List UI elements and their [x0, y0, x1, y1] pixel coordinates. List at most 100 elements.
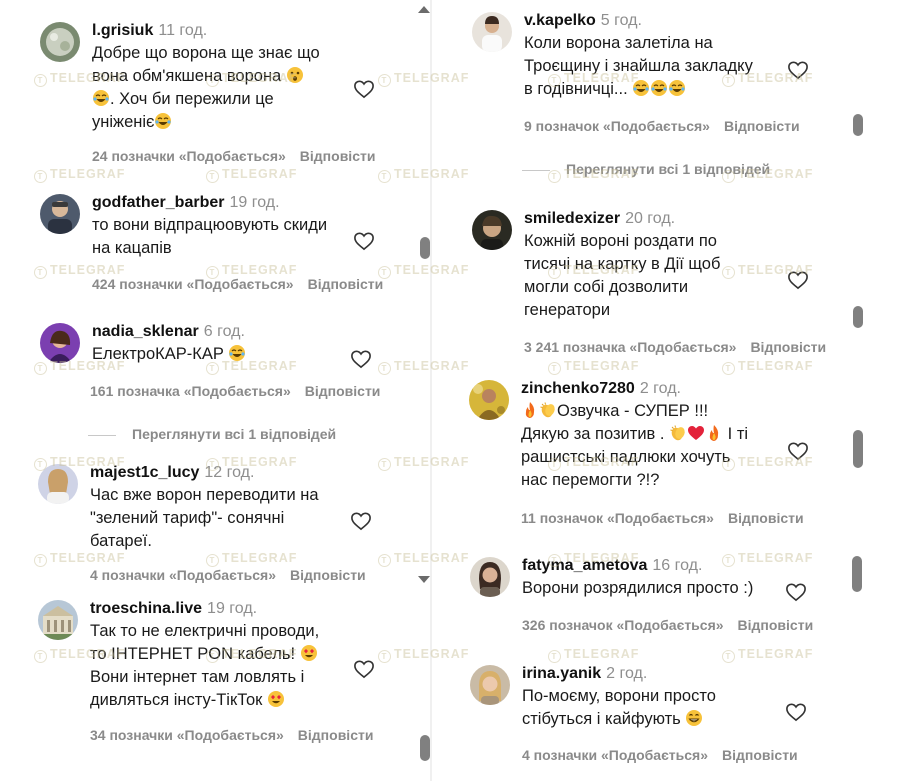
- comment-text: По-моєму, ворони просто стібуться і кайф…: [522, 687, 716, 728]
- comment-username[interactable]: irina.yanik: [522, 665, 601, 682]
- comment-time: 2 год.: [639, 380, 681, 397]
- scrollbar-thumb[interactable]: [853, 430, 863, 468]
- scrollbar-thumb[interactable]: [853, 306, 863, 328]
- comment-username[interactable]: l.grisiuk: [92, 22, 153, 39]
- comment-username[interactable]: troeschina.live: [90, 600, 202, 617]
- avatar[interactable]: [470, 557, 510, 597]
- reply-button[interactable]: Відповісти: [722, 747, 798, 763]
- comment-text: Так то не електричні проводи, то ІНТЕРНЕ…: [90, 622, 320, 709]
- comment-text: Добре що ворона ще знає що вона обм'якше…: [92, 44, 320, 131]
- tears-of-joy-emoji: [668, 79, 686, 97]
- likes-count[interactable]: 9 позначок «Подобається»: [524, 118, 710, 134]
- scroll-up-arrow-icon[interactable]: [418, 6, 430, 13]
- heart-eyes-emoji: [300, 644, 318, 662]
- watermark-logo: T TELEGRAF: [722, 551, 813, 567]
- watermark-logo: T TELEGRAF: [548, 71, 639, 87]
- reply-button[interactable]: Відповісти: [750, 339, 826, 355]
- watermark-logo: T TELEGRAF: [378, 359, 469, 375]
- avatar[interactable]: [38, 600, 78, 640]
- watermark-logo: T TELEGRAF: [34, 263, 125, 279]
- reply-button[interactable]: Відповісти: [305, 383, 381, 399]
- watermark-logo: T TELEGRAF: [34, 455, 125, 471]
- comment-time: 11 год.: [158, 22, 208, 39]
- tears-of-joy-emoji: [154, 112, 172, 130]
- like-heart-icon[interactable]: [353, 231, 375, 251]
- clapping-hands-emoji: [539, 401, 557, 419]
- watermark-logo: T TELEGRAF: [34, 647, 125, 663]
- reply-button[interactable]: Відповісти: [728, 510, 804, 526]
- comment-username[interactable]: zinchenko7280: [521, 380, 635, 397]
- comment-time: 6 год.: [203, 323, 245, 340]
- comment-meta: 4 позначки «Подобається» Відповісти: [522, 747, 798, 763]
- likes-count[interactable]: 326 позначок «Подобається»: [522, 617, 724, 633]
- avatar[interactable]: [40, 22, 80, 62]
- comment-meta: 326 позначок «Подобається» Відповісти: [522, 617, 813, 633]
- watermark-logo: T TELEGRAF: [378, 71, 469, 87]
- like-heart-icon[interactable]: [785, 702, 807, 722]
- reply-button[interactable]: Відповісти: [308, 276, 384, 292]
- comment-username[interactable]: nadia_sklenar: [92, 323, 199, 340]
- likes-count[interactable]: 161 позначка «Подобається»: [90, 383, 291, 399]
- view-replies-link[interactable]: Переглянути всі 1 відповідей: [88, 426, 336, 442]
- comment-text: Час вже ворон переводити на "зелений тар…: [90, 486, 319, 550]
- like-heart-icon[interactable]: [350, 511, 372, 531]
- likes-count[interactable]: 3 241 позначка «Подобається»: [524, 339, 736, 355]
- scrollbar-thumb[interactable]: [852, 556, 862, 592]
- avatar[interactable]: [40, 323, 80, 363]
- reply-button[interactable]: Відповісти: [298, 727, 374, 743]
- scrollbar-thumb[interactable]: [420, 237, 430, 259]
- comment-meta: 24 позначки «Подобається» Відповісти: [92, 148, 375, 164]
- reply-button[interactable]: Відповісти: [300, 148, 376, 164]
- left-comments-panel: l.grisiuk 11 год. Добре що ворона ще знає…: [0, 0, 430, 781]
- likes-count[interactable]: 34 позначки «Подобається»: [90, 727, 284, 743]
- watermark-logo: T TELEGRAF: [34, 551, 125, 567]
- like-heart-icon[interactable]: [353, 659, 375, 679]
- avatar[interactable]: [469, 380, 509, 420]
- comment-username[interactable]: v.kapelko: [524, 12, 596, 29]
- replies-divider-line: [522, 169, 550, 171]
- comment-time: 19 год.: [229, 194, 280, 211]
- comment-time: 2 год.: [606, 665, 648, 682]
- like-heart-icon[interactable]: [350, 349, 372, 369]
- watermark-logo: T TELEGRAF: [378, 167, 469, 183]
- avatar[interactable]: [472, 210, 512, 250]
- reply-button[interactable]: Відповісти: [724, 118, 800, 134]
- watermark-logo: T TELEGRAF: [378, 455, 469, 471]
- watermark-logo: T TELEGRAF: [548, 263, 639, 279]
- watermark-logo: T TELEGRAF: [722, 647, 813, 663]
- watermark-logo: T TELEGRAF: [722, 359, 813, 375]
- likes-count[interactable]: 11 позначок «Подобається»: [521, 510, 714, 526]
- comment-time: 20 год.: [625, 210, 676, 227]
- watermark-logo: T TELEGRAF: [548, 455, 639, 471]
- watermark-logo: T TELEGRAF: [378, 551, 469, 567]
- watermark-logo: T TELEGRAF: [206, 455, 297, 471]
- grinning-face-emoji: [685, 709, 703, 727]
- avatar[interactable]: [472, 12, 512, 52]
- avatar[interactable]: [40, 194, 80, 234]
- like-heart-icon[interactable]: [353, 79, 375, 99]
- watermark-logo: T TELEGRAF: [206, 647, 297, 663]
- like-heart-icon[interactable]: [785, 582, 807, 602]
- comment-username[interactable]: smiledexizer: [524, 210, 620, 227]
- comment-text: Озвучка - СУПЕР !!! Дякую за позитив . І…: [521, 401, 749, 489]
- comment-text: то вони відпрацюовують скиди на кацапів: [92, 216, 328, 257]
- watermark-logo: T TELEGRAF: [378, 263, 469, 279]
- scroll-down-arrow-icon[interactable]: [418, 576, 430, 583]
- likes-count[interactable]: 4 позначки «Подобається»: [90, 567, 276, 583]
- watermark-logo: T TELEGRAF: [206, 263, 297, 279]
- reply-button[interactable]: Відповісти: [290, 567, 366, 583]
- scrollbar-thumb[interactable]: [853, 114, 863, 136]
- scrollbar-thumb[interactable]: [420, 735, 430, 761]
- comment-username[interactable]: godfather_barber: [92, 194, 224, 211]
- avatar[interactable]: [470, 665, 510, 705]
- comment-meta: 34 позначки «Подобається» Відповісти: [90, 727, 373, 743]
- likes-count[interactable]: 24 позначки «Подобається»: [92, 148, 286, 164]
- watermark-logo: T TELEGRAF: [378, 647, 469, 663]
- watermark-logo: T TELEGRAF: [548, 551, 639, 567]
- likes-count[interactable]: 4 позначки «Подобається»: [522, 747, 708, 763]
- tears-of-joy-emoji: [92, 89, 110, 107]
- watermark-logo: T TELEGRAF: [548, 167, 639, 183]
- replies-divider-line: [88, 434, 116, 436]
- comment-meta: 3 241 позначка «Подобається» Відповісти: [524, 339, 826, 355]
- reply-button[interactable]: Відповісти: [738, 617, 814, 633]
